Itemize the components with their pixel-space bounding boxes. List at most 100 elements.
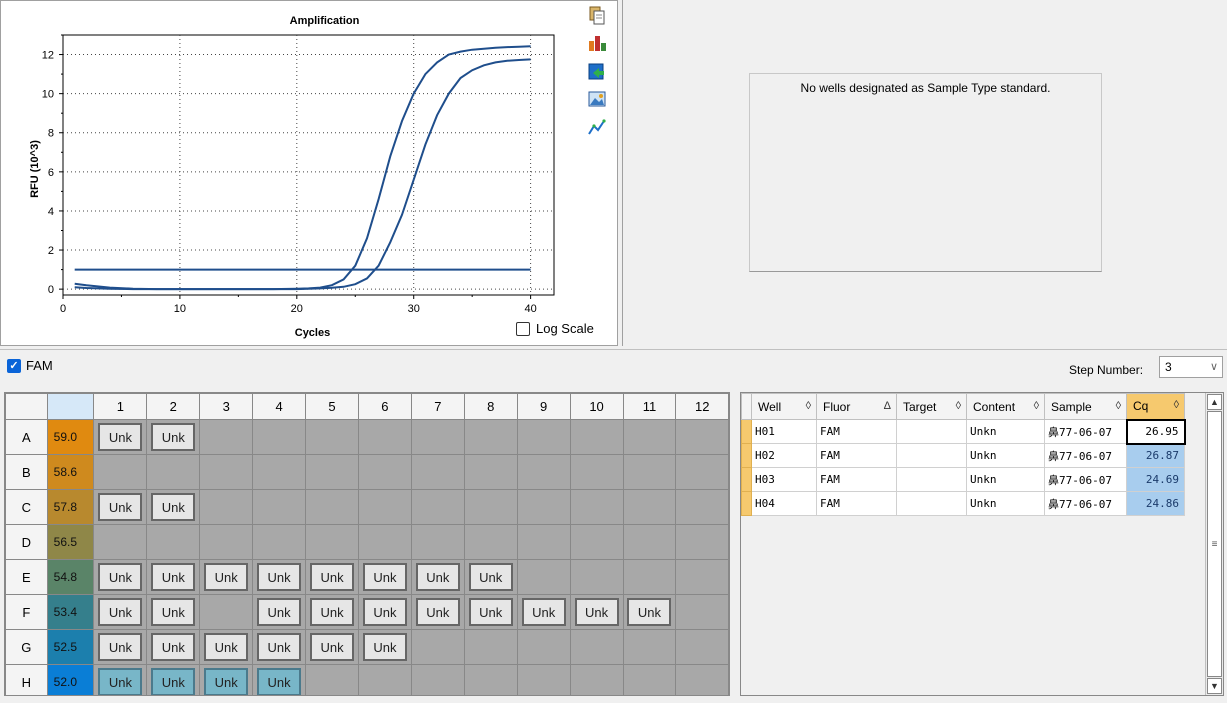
plate-well[interactable] [675, 629, 729, 665]
well-content[interactable]: Unk [98, 563, 143, 591]
plate-well[interactable] [463, 664, 518, 695]
plate-well[interactable] [93, 454, 148, 490]
results-col-header[interactable]: Content ◊ [966, 393, 1045, 420]
plate-row-header[interactable]: H [5, 664, 48, 695]
results-cell-cq[interactable]: 26.87 [1126, 443, 1185, 468]
results-cell-fluor[interactable]: FAM [816, 491, 897, 516]
plate-well[interactable] [305, 489, 359, 525]
plate-well[interactable] [463, 629, 518, 665]
plate-well[interactable]: Unk [199, 664, 254, 695]
checkmark-icon[interactable]: ✓ [7, 358, 21, 373]
scroll-thumb[interactable]: ≡ [1207, 411, 1222, 677]
plate-well[interactable] [622, 524, 677, 560]
trace-icon[interactable] [587, 117, 607, 137]
well-content[interactable]: Unk [310, 598, 355, 626]
well-content[interactable]: Unk [98, 633, 143, 661]
results-cell-sample[interactable]: 鼻77-06-07 [1044, 443, 1127, 468]
plate-well[interactable]: Unk [252, 664, 307, 695]
image-icon[interactable] [587, 89, 607, 109]
sort-icon[interactable]: ◊ [1034, 400, 1044, 412]
results-cell-sample[interactable]: 鼻77-06-07 [1044, 419, 1127, 444]
sort-icon[interactable]: ◊ [1174, 399, 1184, 411]
plate-well[interactable]: Unk [93, 594, 148, 630]
well-content[interactable]: Unk [204, 668, 249, 695]
well-content[interactable]: Unk [257, 598, 302, 626]
plate-well[interactable]: Unk [516, 594, 571, 630]
chart-settings-icon[interactable] [587, 33, 607, 53]
plate-well[interactable] [675, 559, 729, 595]
results-row[interactable]: H02 FAM Unkn 鼻77-06-07 26.87 [741, 443, 1185, 468]
plate-col-header[interactable]: 6 [357, 393, 412, 420]
plate-well[interactable]: Unk [146, 629, 201, 665]
plate-row-header[interactable]: C [5, 489, 48, 525]
plate-well[interactable]: Unk [146, 594, 201, 630]
results-row[interactable]: H03 FAM Unkn 鼻77-06-07 24.69 [741, 467, 1185, 492]
plate-well[interactable]: Unk [146, 559, 201, 595]
well-content[interactable]: Unk [151, 668, 196, 695]
plate-well[interactable] [199, 489, 254, 525]
plate-well[interactable]: Unk [463, 559, 518, 595]
well-content[interactable]: Unk [574, 598, 619, 626]
plate-well[interactable]: Unk [252, 559, 307, 595]
plate-well[interactable]: Unk [146, 419, 201, 455]
results-cell-content[interactable]: Unkn [966, 419, 1045, 444]
well-content[interactable]: Unk [98, 423, 143, 451]
results-cell-fluor[interactable]: FAM [816, 467, 897, 492]
plate-col-header[interactable]: 1 [93, 393, 148, 420]
sort-icon[interactable]: Δ [884, 400, 896, 412]
well-content[interactable]: Unk [151, 423, 196, 451]
fam-checkbox[interactable]: ✓ FAM [7, 358, 53, 373]
copy-icon[interactable] [587, 5, 607, 25]
results-col-header[interactable]: Target ◊ [896, 393, 967, 420]
results-col-header[interactable]: Well ◊ [751, 393, 817, 420]
plate-well[interactable] [410, 664, 465, 695]
log-scale-box[interactable] [516, 321, 530, 336]
plate-well[interactable]: Unk [252, 594, 307, 630]
plate-well[interactable] [463, 419, 518, 455]
well-content[interactable]: Unk [468, 563, 513, 591]
plate-well[interactable] [199, 419, 254, 455]
well-content[interactable]: Unk [151, 598, 196, 626]
plate-well[interactable]: Unk [305, 629, 359, 665]
plate-well[interactable] [410, 489, 465, 525]
plate-col-header[interactable]: 2 [146, 393, 201, 420]
plate-row-header[interactable]: B [5, 454, 48, 490]
plate-well[interactable] [463, 524, 518, 560]
step-number-select[interactable]: 3 ∨ [1159, 356, 1223, 378]
plate-well[interactable] [675, 454, 729, 490]
plate-well[interactable] [675, 594, 729, 630]
plate-well[interactable]: Unk [93, 629, 148, 665]
sort-icon[interactable]: ◊ [1116, 400, 1126, 412]
results-cell-content[interactable]: Unkn [966, 467, 1045, 492]
plate-well[interactable] [516, 454, 571, 490]
plate-row-header[interactable]: E [5, 559, 48, 595]
plate-col-header[interactable]: 3 [199, 393, 254, 420]
plate-well[interactable] [146, 454, 201, 490]
well-content[interactable]: Unk [362, 598, 407, 626]
plate-col-header[interactable]: 11 [622, 393, 677, 420]
plate-well[interactable] [675, 419, 729, 455]
plate-well[interactable] [569, 454, 624, 490]
plate-col-header[interactable]: 5 [305, 393, 359, 420]
plate-col-header[interactable]: 4 [252, 393, 307, 420]
plate-well[interactable] [305, 454, 359, 490]
results-col-header[interactable]: Sample ◊ [1044, 393, 1127, 420]
well-content[interactable]: Unk [627, 598, 672, 626]
plate-well[interactable]: Unk [252, 629, 307, 665]
plate-well[interactable] [199, 524, 254, 560]
plate-well[interactable] [357, 664, 412, 695]
plate-well[interactable]: Unk [93, 419, 148, 455]
plate-well[interactable] [675, 489, 729, 525]
well-content[interactable]: Unk [415, 563, 460, 591]
plate-well[interactable] [305, 524, 359, 560]
results-cell-sample[interactable]: 鼻77-06-07 [1044, 491, 1127, 516]
results-cell-well[interactable]: H01 [751, 419, 817, 444]
plate-well[interactable] [675, 524, 729, 560]
plate-well[interactable]: Unk [199, 559, 254, 595]
well-content[interactable]: Unk [151, 633, 196, 661]
well-content[interactable]: Unk [257, 633, 302, 661]
plate-well[interactable]: Unk [199, 629, 254, 665]
plate-well[interactable]: Unk [146, 489, 201, 525]
plate-well[interactable] [463, 454, 518, 490]
plate-well[interactable] [357, 419, 412, 455]
